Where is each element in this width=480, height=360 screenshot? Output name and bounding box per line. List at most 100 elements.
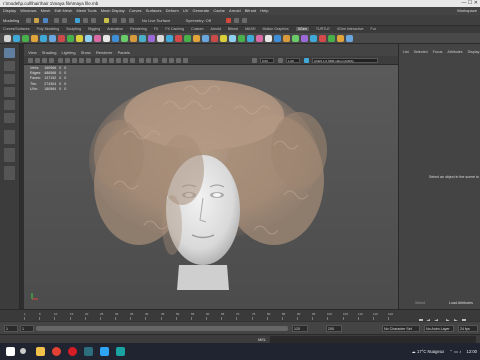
density-icon[interactable] — [301, 35, 308, 42]
menu-mesh-display[interactable]: Mesh Display — [101, 8, 125, 13]
select-tool-icon[interactable] — [4, 35, 11, 42]
select-object-icon[interactable] — [83, 18, 89, 24]
tab-attributes[interactable]: Attributes — [447, 50, 462, 54]
live-surface-field[interactable]: No Live Surface — [142, 18, 170, 23]
mode-selector[interactable]: Modeling — [3, 18, 19, 23]
menu-surfaces[interactable]: Surfaces — [146, 8, 162, 13]
grid-icon[interactable] — [58, 58, 63, 63]
menu-cache[interactable]: Cache — [213, 8, 225, 13]
viewport-menu-lighting[interactable]: Lighting — [62, 50, 76, 55]
collection-icon[interactable] — [211, 35, 218, 42]
menu-mesh[interactable]: Mesh — [41, 8, 51, 13]
guide-tool-icon[interactable] — [22, 35, 29, 42]
export-icon[interactable] — [184, 35, 191, 42]
shelf-tab[interactable]: Poly Modeling — [37, 27, 60, 31]
smooth-brush-icon[interactable] — [121, 35, 128, 42]
xray-icon[interactable] — [139, 58, 144, 63]
snap-point-icon[interactable] — [120, 18, 126, 24]
viewport-menu-show[interactable]: Show — [81, 50, 91, 55]
shelf-tab[interactable]: XGen Interactive — [337, 27, 364, 31]
curves-icon[interactable] — [283, 35, 290, 42]
viewport-menu-panels[interactable]: Panels — [118, 50, 130, 55]
render-frame-icon[interactable] — [226, 18, 232, 24]
color-management-icon[interactable] — [304, 58, 309, 63]
select-hierarchy-icon[interactable] — [74, 18, 80, 24]
windows-start-icon[interactable] — [6, 347, 15, 356]
time-slider[interactable]: 1 5 10 15 20 25 30 35 40 45 50 55 60 65 70 75 80 85 90 95 10… — [0, 309, 480, 323]
file-explorer-icon[interactable] — [36, 347, 45, 356]
ambient-occlusion-icon[interactable] — [162, 58, 167, 63]
fps-field[interactable]: 24 fps — [458, 325, 478, 332]
range-end-field[interactable]: 120 — [292, 325, 308, 332]
field-chart-icon[interactable] — [86, 58, 91, 63]
select-tool-icon[interactable] — [4, 48, 15, 58]
command-input[interactable] — [270, 336, 476, 343]
group-icon[interactable] — [328, 35, 335, 42]
grab-brush-icon[interactable] — [148, 35, 155, 42]
gate-mask-icon[interactable] — [79, 58, 84, 63]
shelf-tab[interactable]: Animation — [107, 27, 123, 31]
exposure-field[interactable]: 0.00 — [260, 58, 274, 63]
tab-display[interactable]: Display — [468, 50, 480, 54]
paint-select-icon[interactable] — [4, 74, 15, 84]
range-start-field[interactable]: 1 — [20, 325, 34, 332]
select-button[interactable]: Select — [401, 299, 439, 307]
anim-layer-field[interactable]: No Anim Layer — [424, 325, 454, 332]
shelf-tab[interactable]: Motion Graphics — [262, 27, 288, 31]
layout-side-icon[interactable] — [4, 166, 15, 180]
viewport-menu-shading[interactable]: Shading — [42, 50, 57, 55]
move-tool-icon[interactable] — [4, 87, 15, 97]
symmetry-field[interactable]: Symmetry: Off — [185, 18, 210, 23]
save-scene-icon[interactable] — [42, 18, 48, 24]
opera-icon[interactable] — [68, 347, 77, 356]
menu-generate[interactable]: Generate — [193, 8, 210, 13]
menu-display[interactable]: Display — [3, 8, 16, 13]
menu-uv[interactable]: UV — [183, 8, 189, 13]
convert-icon[interactable] — [238, 35, 245, 42]
shelf-tab-active[interactable]: XGen — [295, 27, 309, 31]
density-brush-icon[interactable] — [58, 35, 65, 42]
film-gate-icon[interactable] — [65, 58, 70, 63]
attribute-icon[interactable] — [310, 35, 317, 42]
redo-icon[interactable] — [61, 18, 67, 24]
snap-surface-icon[interactable] — [128, 18, 134, 24]
comb-brush-icon[interactable] — [130, 35, 137, 42]
mask-icon[interactable] — [256, 35, 263, 42]
shelf-tab[interactable]: Bifrost — [228, 27, 238, 31]
scale-tool-icon[interactable] — [4, 113, 15, 123]
xray-joints-icon[interactable] — [146, 58, 151, 63]
gamma-field[interactable]: 1.00 — [286, 58, 300, 63]
lasso-tool-icon[interactable] — [4, 61, 15, 71]
lights-icon[interactable] — [123, 58, 128, 63]
wireframe-icon[interactable] — [95, 58, 100, 63]
load-attributes-button[interactable]: Load Attributes — [441, 299, 480, 307]
search-icon[interactable] — [20, 348, 26, 354]
wireframe-on-shaded-icon[interactable] — [109, 58, 114, 63]
groom-brush-icon[interactable] — [31, 35, 38, 42]
undo-icon[interactable] — [53, 18, 59, 24]
isolate-select-icon[interactable] — [153, 58, 158, 63]
shelf-tab[interactable]: Rendering — [130, 27, 147, 31]
shelf-tab[interactable]: Sculpting — [66, 27, 81, 31]
shelf-tab[interactable]: TURTLE — [316, 27, 330, 31]
sculpt-icon[interactable] — [49, 35, 56, 42]
smooth-shade-icon[interactable] — [102, 58, 107, 63]
layout-four-icon[interactable] — [4, 148, 15, 162]
map-icon[interactable] — [292, 35, 299, 42]
shadows-icon[interactable] — [130, 58, 135, 63]
gamma-icon[interactable] — [278, 58, 283, 63]
layout-single-icon[interactable] — [4, 130, 15, 144]
maya-icon[interactable] — [116, 347, 125, 356]
length-brush-icon[interactable] — [67, 35, 74, 42]
depth-of-field-icon[interactable] — [183, 58, 188, 63]
menu-curves[interactable]: Curves — [129, 8, 142, 13]
utility-icon[interactable] — [337, 35, 344, 42]
image-plane-icon[interactable] — [49, 58, 54, 63]
rotate-tool-icon[interactable] — [4, 100, 15, 110]
tray-icons[interactable]: ⌃ ▭ ♪ — [449, 349, 461, 354]
snap-curve-icon[interactable] — [112, 18, 118, 24]
editor-icon[interactable] — [220, 35, 227, 42]
create-description-icon[interactable] — [13, 35, 20, 42]
tab-focus[interactable]: Focus — [433, 50, 443, 54]
shelf-tab[interactable]: FX Caching — [165, 27, 184, 31]
